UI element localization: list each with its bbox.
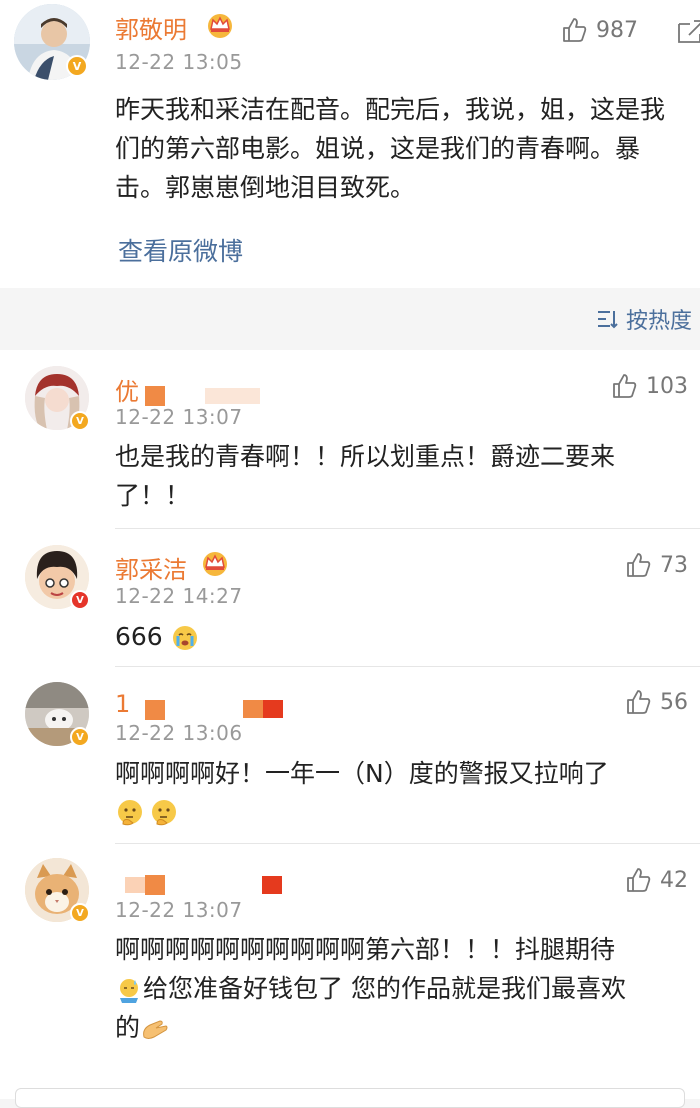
- thinking-emoji: [118, 800, 142, 826]
- commenter-name[interactable]: 郭采洁: [115, 550, 187, 585]
- original-post: V 郭敬明 12-22 13:05 987 昨天我和采洁在配音。配完后，我说，姐…: [0, 0, 700, 288]
- crown-icon: [200, 550, 230, 580]
- thumbs-up-icon: [563, 18, 587, 42]
- comment-like-button[interactable]: 73: [624, 551, 688, 579]
- thumbs-up-icon: [627, 553, 651, 577]
- comment-like-button[interactable]: 56: [624, 688, 688, 716]
- redacted-name: [145, 386, 165, 406]
- verified-badge: V: [70, 590, 90, 610]
- thumbs-up-icon: [627, 868, 651, 892]
- redacted-name: [125, 877, 145, 893]
- comment-like-button[interactable]: 103: [610, 372, 688, 400]
- post-like-count: 987: [596, 17, 638, 43]
- redacted-name: [243, 700, 263, 718]
- comment-like-count: 103: [646, 373, 688, 399]
- comment-time: 12-22 13:07: [115, 898, 243, 922]
- redacted-name: [263, 700, 283, 718]
- thumbs-up-icon: [627, 690, 651, 714]
- comment-like-count: 73: [660, 552, 688, 578]
- comment-like-count: 42: [660, 867, 688, 893]
- verified-badge: V: [70, 411, 90, 431]
- divider: [115, 666, 700, 667]
- sort-by-hot-button[interactable]: 按热度: [596, 303, 692, 335]
- crown-icon: [205, 12, 235, 42]
- post-author-name[interactable]: 郭敬明: [115, 10, 187, 45]
- post-text: 昨天我和采洁在配音。配完后，我说，姐，这是我们的第六部电影。姐说，这是我们的青春…: [115, 95, 666, 202]
- thumbs-up-icon: [613, 374, 637, 398]
- sort-icon: [597, 311, 618, 329]
- crying-emoji: [172, 626, 197, 650]
- comment-text: 啊啊啊啊好！一年一（N）度的警报又拉响了: [115, 759, 609, 788]
- thinking-emoji: [152, 800, 176, 826]
- comment-time: 12-22 14:27: [115, 584, 243, 608]
- comment-text-content: 给您准备好钱包了 您的作品就是我们最喜欢: [143, 974, 626, 1003]
- comment-like-button[interactable]: 42: [624, 866, 688, 894]
- comment-text-line: 的: [115, 1008, 690, 1047]
- commenter-name[interactable]: 优: [115, 372, 139, 407]
- redacted-name: [145, 875, 165, 895]
- emoji-row: [115, 798, 179, 828]
- comment-time: 12-22 13:06: [115, 721, 243, 745]
- share-icon[interactable]: [676, 18, 700, 46]
- commenter-name[interactable]: 1: [115, 690, 130, 718]
- comment-text-content: 666: [115, 622, 163, 651]
- sort-label: 按热度: [625, 309, 692, 334]
- verified-badge: V: [70, 727, 90, 747]
- comment-text-content: 的: [115, 1013, 141, 1042]
- comment-text: 也是我的青春啊！！所以划重点！爵迹二要来了！！: [115, 442, 616, 510]
- verified-badge: V: [70, 903, 90, 923]
- divider: [115, 528, 700, 529]
- redacted-name: [262, 876, 282, 894]
- post-time: 12-22 13:05: [115, 50, 243, 74]
- redacted-name: [145, 700, 165, 720]
- divider: [115, 843, 700, 844]
- comment-time: 12-22 13:07: [115, 405, 243, 429]
- view-original-link[interactable]: 查看原微博: [118, 232, 243, 268]
- sweat-emoji: [120, 979, 138, 1003]
- verified-badge: V: [66, 55, 88, 77]
- clap-emoji: [143, 1020, 168, 1039]
- redacted-name: [205, 388, 260, 404]
- comment-text: 666: [115, 617, 675, 656]
- comment-text-line: 啊啊啊啊啊啊啊啊啊啊第六部！！！抖腿期待: [115, 935, 616, 964]
- post-like-button[interactable]: 987: [560, 16, 638, 44]
- comment-text-line: 给您准备好钱包了 您的作品就是我们最喜欢: [115, 969, 690, 1008]
- comment-like-count: 56: [660, 689, 688, 715]
- comment-input-bar[interactable]: [15, 1088, 685, 1108]
- comment-text: 啊啊啊啊啊啊啊啊啊啊第六部！！！抖腿期待 给您准备好钱包了 您的作品就是我们最喜…: [115, 930, 690, 1047]
